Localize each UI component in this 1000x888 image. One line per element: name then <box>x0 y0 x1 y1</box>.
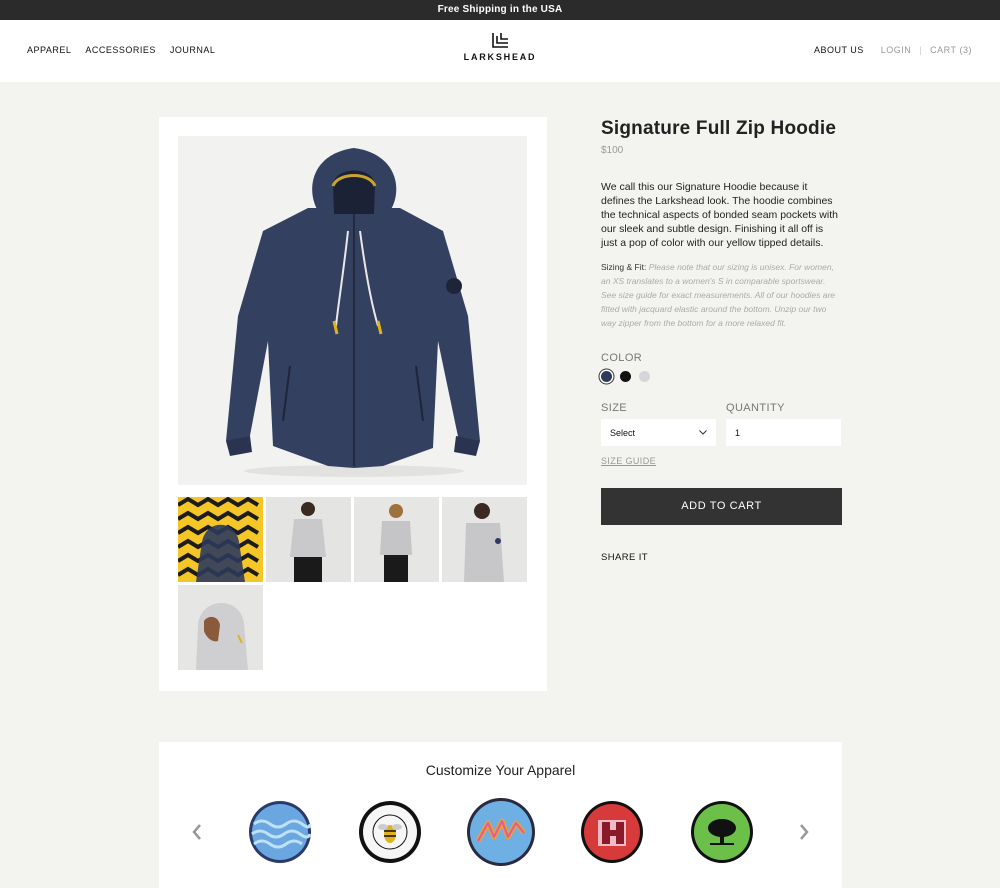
color-label: COLOR <box>601 352 643 364</box>
nav-journal[interactable]: JOURNAL <box>170 45 216 55</box>
chevron-pattern-image <box>178 497 263 582</box>
thumbnail-5[interactable] <box>178 585 263 670</box>
sizing-label: Sizing & Fit: <box>601 262 647 272</box>
tree-patch-icon <box>691 801 753 863</box>
nav-cart[interactable]: CART <box>930 45 956 55</box>
size-column: SIZE Select <box>601 402 716 446</box>
squiggle-patch-icon <box>467 798 535 866</box>
nav-accessories[interactable]: ACCESSORIES <box>85 45 156 55</box>
quantity-input[interactable]: 1 <box>726 419 841 446</box>
main-nav: APPAREL ACCESSORIES JOURNAL <box>27 45 215 55</box>
product-description: We call this our Signature Hoodie becaus… <box>601 181 838 249</box>
brand-logo[interactable]: LARKSHEAD <box>440 32 560 62</box>
bee-patch-icon <box>359 801 421 863</box>
product-title: Signature Full Zip Hoodie <box>601 118 837 139</box>
thumbnail-3[interactable] <box>354 497 439 582</box>
nav-apparel[interactable]: APPAREL <box>27 45 71 55</box>
patch-letter[interactable] <box>580 800 644 864</box>
hoodie-image <box>178 136 527 485</box>
site-header: APPAREL ACCESSORIES JOURNAL LARKSHEAD AB… <box>0 20 1000 82</box>
nav-about-us[interactable]: ABOUT US <box>814 45 864 55</box>
promo-banner: Free Shipping in the USA <box>0 0 1000 20</box>
model-image <box>178 585 263 670</box>
swatch-grey[interactable] <box>639 371 650 382</box>
size-label: SIZE <box>601 402 628 414</box>
swatch-black[interactable] <box>620 371 631 382</box>
options-row: SIZE Select QUANTITY 1 <box>601 402 842 446</box>
quantity-value: 1 <box>735 427 741 438</box>
waves-patch-icon <box>249 801 312 863</box>
quantity-column: QUANTITY 1 <box>726 402 841 446</box>
thumbnail-4[interactable] <box>442 497 527 582</box>
account-nav: ABOUT US LOGIN | CART (3) <box>814 45 972 55</box>
sizing-note: Sizing & Fit: Please note that our sizin… <box>601 260 842 330</box>
chevron-down-icon <box>699 430 707 435</box>
size-select-value: Select <box>610 427 636 438</box>
model-image <box>442 497 527 582</box>
size-guide-link[interactable]: SIZE GUIDE <box>601 456 656 466</box>
chevron-left-icon[interactable] <box>189 822 205 842</box>
product-info: Signature Full Zip Hoodie $100 We call t… <box>601 117 842 563</box>
quantity-label: QUANTITY <box>726 402 785 414</box>
cart-count[interactable]: (3) <box>960 45 973 55</box>
main-product-image[interactable] <box>178 136 527 485</box>
nav-login[interactable]: LOGIN <box>881 45 912 55</box>
chevron-right-icon[interactable] <box>796 822 812 842</box>
model-image <box>354 497 439 582</box>
color-swatches <box>601 371 842 382</box>
add-to-cart-button[interactable]: ADD TO CART <box>601 488 842 525</box>
thumbnail-1[interactable] <box>178 497 263 582</box>
customize-section: Customize Your Apparel <box>159 742 842 888</box>
patch-waves[interactable] <box>248 800 312 864</box>
model-image <box>266 497 351 582</box>
share-it[interactable]: SHARE IT <box>601 552 842 563</box>
swatch-navy[interactable] <box>601 371 612 382</box>
patch-bee[interactable] <box>358 800 422 864</box>
product-gallery <box>159 117 547 691</box>
thumbnail-2[interactable] <box>266 497 351 582</box>
patch-squiggle[interactable] <box>466 797 536 867</box>
nav-divider: | <box>919 45 923 55</box>
customize-title: Customize Your Apparel <box>425 762 576 778</box>
product-price: $100 <box>601 145 624 156</box>
size-select[interactable]: Select <box>601 419 716 446</box>
letter-patch-icon <box>581 801 643 863</box>
larkshead-logo-icon <box>492 33 508 48</box>
brand-name: LARKSHEAD <box>463 52 537 62</box>
patch-tree[interactable] <box>690 800 754 864</box>
